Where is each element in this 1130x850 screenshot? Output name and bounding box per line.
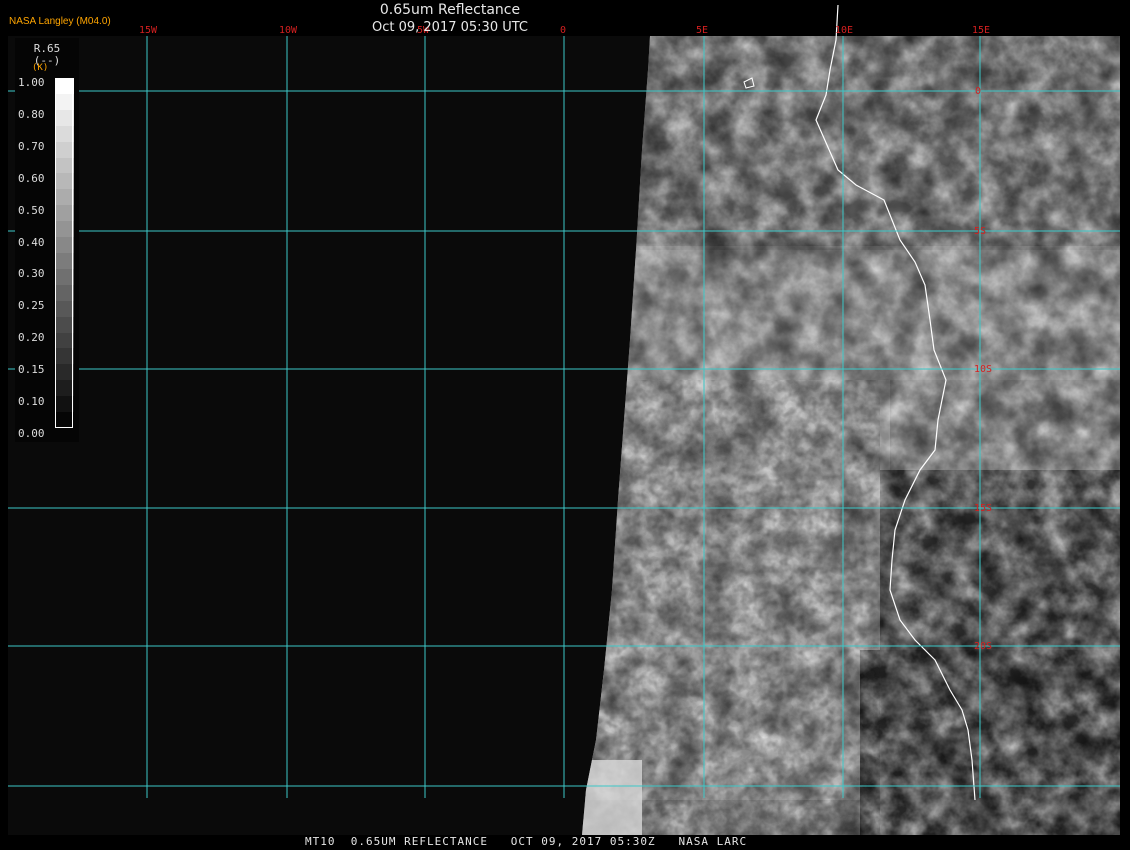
legend-tick-label: 0.00 (18, 426, 45, 440)
legend-bar-frame (55, 78, 73, 428)
legend-units-marker: (K) (32, 63, 49, 73)
legend-tick-label: 0.70 (18, 139, 45, 153)
legend-tick-label: 0.10 (18, 395, 45, 408)
latitude-label: 5S (974, 226, 986, 237)
legend-tick-label: 0.50 (18, 203, 45, 217)
latitude-label: 0 (975, 86, 981, 97)
image-title: 0.65um Reflectance (379, 2, 521, 18)
latitude-label: 10S (974, 364, 992, 375)
legend-tick-label: 0.15 (18, 363, 45, 377)
latitude-label: 20S (974, 641, 992, 652)
legend-tick-label: 0.60 (18, 171, 45, 185)
image-timestamp: Oct 09, 2017 05:30 UTC (372, 20, 528, 35)
legend-tick-label: 0.20 (18, 331, 45, 345)
longitude-label: 15E (972, 25, 990, 36)
satellite-map: 15W 10W 5W 0 5E 10E 15E05S10S15S20S (0, 0, 1130, 850)
footer-text: MT10 0.65UM REFLECTANCE OCT 09, 2017 05:… (305, 835, 748, 848)
legend-tick-label: 0.80 (18, 107, 45, 121)
satellite-imagery (582, 36, 1120, 835)
legend-tick-label: 0.40 (18, 235, 45, 249)
legend-tick-label: 1.00 (18, 76, 45, 89)
credit-label: NASA Langley (M04.0) (9, 16, 111, 27)
legend-tick-label: 0.30 (18, 267, 45, 281)
legend-tick-label: 0.25 (18, 299, 45, 313)
latitude-label: 15S (974, 503, 992, 514)
color-legend: R.65 (--) (K) 1.00 0.80 0.70 0.60 0.50 0.40 0.… (15, 38, 79, 442)
